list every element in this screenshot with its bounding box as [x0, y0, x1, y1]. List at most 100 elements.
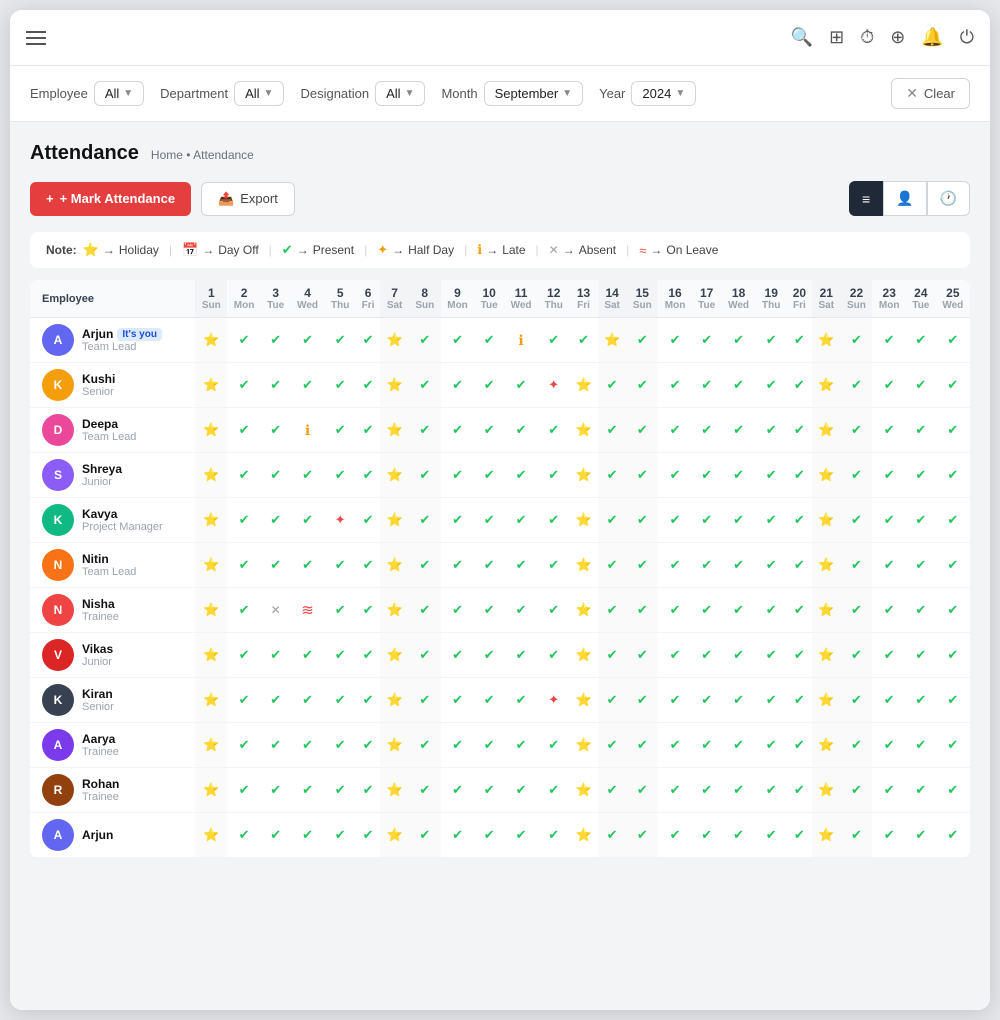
- attendance-cell[interactable]: ✔: [325, 813, 356, 858]
- attendance-cell[interactable]: ✔: [936, 453, 970, 498]
- attendance-cell[interactable]: ✔: [658, 498, 692, 543]
- attendance-cell[interactable]: ⭐: [569, 588, 598, 633]
- attendance-cell[interactable]: ✔: [721, 543, 755, 588]
- attendance-cell[interactable]: ✔: [441, 768, 475, 813]
- attendance-cell[interactable]: ✔: [841, 318, 873, 363]
- attendance-cell[interactable]: ✔: [787, 813, 812, 858]
- attendance-cell[interactable]: ✔: [756, 453, 787, 498]
- attendance-cell[interactable]: ✔: [261, 408, 291, 453]
- attendance-cell[interactable]: ✔: [906, 678, 936, 723]
- attendance-cell[interactable]: ✔: [356, 723, 381, 768]
- attendance-cell[interactable]: ✔: [721, 498, 755, 543]
- attendance-cell[interactable]: ⭐: [380, 813, 409, 858]
- attendance-cell[interactable]: ✔: [441, 678, 475, 723]
- attendance-cell[interactable]: ✔: [356, 498, 381, 543]
- attendance-cell[interactable]: ✔: [474, 543, 504, 588]
- attendance-cell[interactable]: ⭐: [195, 363, 227, 408]
- attendance-cell[interactable]: ⭐: [812, 588, 841, 633]
- attendance-cell[interactable]: ✔: [626, 498, 658, 543]
- attendance-cell[interactable]: ✔: [538, 318, 569, 363]
- attendance-cell[interactable]: ✔: [756, 678, 787, 723]
- attendance-cell[interactable]: ✔: [474, 408, 504, 453]
- attendance-cell[interactable]: ⭐: [812, 543, 841, 588]
- attendance-cell[interactable]: ⭐: [569, 408, 598, 453]
- attendance-cell[interactable]: ✔: [936, 768, 970, 813]
- attendance-cell[interactable]: ✔: [356, 543, 381, 588]
- attendance-cell[interactable]: ✔: [474, 588, 504, 633]
- mark-attendance-button[interactable]: + + Mark Attendance: [30, 182, 191, 216]
- attendance-cell[interactable]: ✔: [598, 633, 627, 678]
- attendance-cell[interactable]: ✔: [598, 408, 627, 453]
- attendance-cell[interactable]: ✔: [356, 408, 381, 453]
- attendance-cell[interactable]: ⭐: [195, 588, 227, 633]
- attendance-cell[interactable]: ✔: [356, 453, 381, 498]
- attendance-cell[interactable]: ✔: [409, 723, 441, 768]
- attendance-cell[interactable]: ✔: [290, 633, 324, 678]
- attendance-cell[interactable]: ✔: [872, 633, 906, 678]
- attendance-cell[interactable]: ✔: [906, 813, 936, 858]
- attendance-cell[interactable]: ⭐: [380, 543, 409, 588]
- attendance-cell[interactable]: ✔: [626, 768, 658, 813]
- attendance-cell[interactable]: ✔: [290, 498, 324, 543]
- attendance-cell[interactable]: ✔: [504, 723, 538, 768]
- attendance-cell[interactable]: ✔: [756, 363, 787, 408]
- attendance-cell[interactable]: ✔: [692, 543, 722, 588]
- attendance-cell[interactable]: ✔: [906, 723, 936, 768]
- attendance-cell[interactable]: ✔: [227, 588, 261, 633]
- attendance-cell[interactable]: ✔: [692, 813, 722, 858]
- attendance-cell[interactable]: ⭐: [380, 453, 409, 498]
- attendance-cell[interactable]: ✔: [872, 498, 906, 543]
- attendance-cell[interactable]: ✔: [261, 723, 291, 768]
- attendance-cell[interactable]: ✔: [787, 408, 812, 453]
- attendance-cell[interactable]: ✔: [872, 813, 906, 858]
- power-icon[interactable]: ⏻: [960, 27, 974, 48]
- attendance-cell[interactable]: ✔: [261, 633, 291, 678]
- attendance-cell[interactable]: ✔: [441, 498, 475, 543]
- attendance-cell[interactable]: ✔: [841, 633, 873, 678]
- attendance-cell[interactable]: ✔: [936, 363, 970, 408]
- attendance-cell[interactable]: ✔: [841, 408, 873, 453]
- attendance-cell[interactable]: ✔: [872, 678, 906, 723]
- attendance-cell[interactable]: ✔: [325, 678, 356, 723]
- attendance-cell[interactable]: ✔: [356, 363, 381, 408]
- attendance-cell[interactable]: ✔: [474, 723, 504, 768]
- attendance-cell[interactable]: ⭐: [598, 318, 627, 363]
- attendance-cell[interactable]: ✔: [626, 723, 658, 768]
- attendance-cell[interactable]: ✔: [290, 723, 324, 768]
- attendance-cell[interactable]: ✔: [409, 768, 441, 813]
- attendance-cell[interactable]: ⭐: [569, 543, 598, 588]
- attendance-cell[interactable]: ✔: [906, 588, 936, 633]
- attendance-cell[interactable]: ✔: [872, 543, 906, 588]
- attendance-cell[interactable]: ✔: [787, 768, 812, 813]
- attendance-cell[interactable]: ✔: [658, 768, 692, 813]
- attendance-cell[interactable]: ✔: [626, 543, 658, 588]
- attendance-cell[interactable]: ✔: [658, 723, 692, 768]
- attendance-cell[interactable]: ✔: [692, 498, 722, 543]
- attendance-cell[interactable]: ✔: [936, 408, 970, 453]
- attendance-cell[interactable]: ✔: [409, 543, 441, 588]
- attendance-cell[interactable]: ✔: [841, 498, 873, 543]
- add-icon[interactable]: ⊕: [890, 27, 905, 48]
- attendance-cell[interactable]: ✔: [325, 723, 356, 768]
- attendance-cell[interactable]: ✔: [261, 678, 291, 723]
- attendance-cell[interactable]: ✔: [787, 363, 812, 408]
- attendance-cell[interactable]: ⭐: [195, 408, 227, 453]
- attendance-cell[interactable]: ℹ: [504, 318, 538, 363]
- year-select[interactable]: 2024 ▼: [631, 81, 696, 106]
- attendance-cell[interactable]: ✔: [756, 723, 787, 768]
- attendance-cell[interactable]: ≋: [290, 588, 324, 633]
- attendance-cell[interactable]: ✔: [598, 453, 627, 498]
- bell-icon[interactable]: 🔔: [921, 27, 943, 48]
- attendance-cell[interactable]: ✔: [538, 453, 569, 498]
- attendance-cell[interactable]: ✔: [872, 363, 906, 408]
- attendance-cell[interactable]: ✔: [841, 453, 873, 498]
- attendance-cell[interactable]: ✔: [227, 363, 261, 408]
- attendance-cell[interactable]: ✔: [598, 363, 627, 408]
- attendance-cell[interactable]: ✔: [658, 588, 692, 633]
- attendance-cell[interactable]: ✔: [504, 588, 538, 633]
- attendance-cell[interactable]: ✔: [872, 453, 906, 498]
- attendance-cell[interactable]: ✔: [504, 363, 538, 408]
- attendance-cell[interactable]: ✔: [441, 633, 475, 678]
- attendance-cell[interactable]: ✔: [906, 498, 936, 543]
- attendance-cell[interactable]: ✔: [936, 813, 970, 858]
